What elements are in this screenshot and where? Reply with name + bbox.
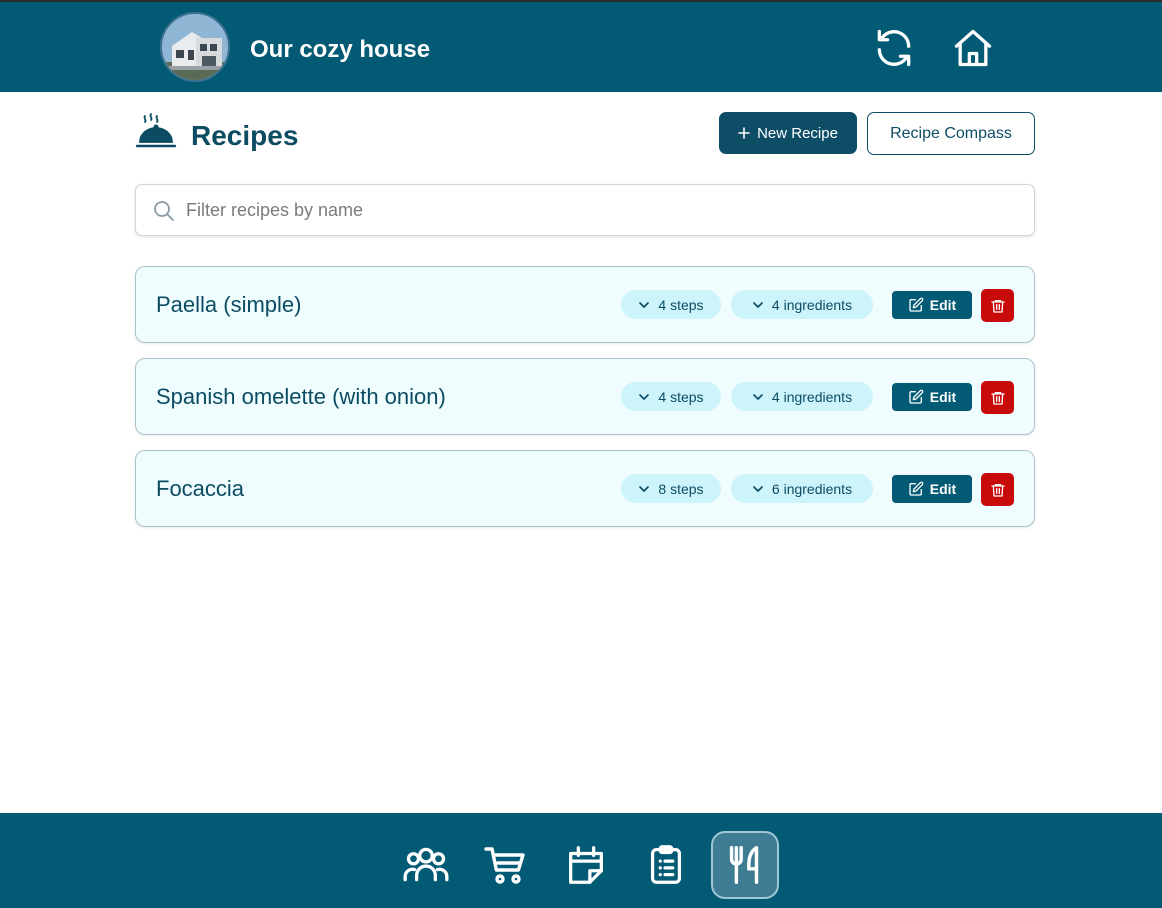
edit-recipe-button[interactable]: Edit [892, 291, 972, 319]
edit-icon [909, 481, 924, 496]
nav-shopping[interactable] [472, 831, 540, 899]
ingredients-toggle[interactable]: 4 ingredients [731, 290, 873, 319]
search-input[interactable] [186, 185, 1026, 235]
trash-icon [990, 299, 1005, 313]
plus-icon [738, 127, 750, 139]
steps-toggle[interactable]: 4 steps [621, 290, 721, 319]
nav-members[interactable] [392, 831, 460, 899]
edit-recipe-button[interactable]: Edit [892, 383, 972, 411]
search-icon [154, 201, 174, 221]
top-bar: Our cozy house [0, 0, 1162, 92]
steps-count: 4 steps [658, 296, 704, 313]
shopping-cart-icon [484, 847, 525, 884]
clipboard-list-icon [650, 845, 682, 884]
edit-recipe-button[interactable]: Edit [892, 475, 972, 503]
recipe-card: Focaccia 8 steps 6 ingredients Edit [135, 450, 1035, 527]
recipes-heading-row: Recipes New Recipe Recipe Compass [135, 110, 1035, 160]
trash-icon [990, 391, 1005, 405]
page-title: Recipes [191, 120, 299, 151]
trash-icon [990, 483, 1005, 497]
chevron-down-icon [639, 393, 650, 400]
delete-recipe-button[interactable] [981, 289, 1014, 322]
sync-button[interactable] [870, 24, 918, 72]
cloche-icon [135, 113, 177, 148]
steps-count: 4 steps [658, 388, 704, 405]
house-photo-icon [162, 14, 228, 80]
nav-calendar[interactable] [552, 831, 620, 899]
recipe-name: Paella (simple) [156, 292, 302, 317]
steps-toggle[interactable]: 4 steps [621, 382, 721, 411]
chevron-down-icon [753, 301, 763, 308]
edit-label: Edit [929, 481, 957, 497]
steps-toggle[interactable]: 8 steps [621, 474, 721, 503]
fork-knife-icon [729, 846, 759, 884]
members-icon [403, 847, 449, 882]
ingredients-count: 6 ingredients [771, 480, 853, 497]
recipe-filter [135, 184, 1035, 236]
new-recipe-label: New Recipe [757, 124, 838, 142]
home-icon [954, 29, 992, 67]
nav-recipes[interactable] [711, 831, 779, 899]
chevron-down-icon [753, 393, 763, 400]
house-title: Our cozy house [250, 36, 431, 63]
edit-icon [909, 297, 924, 312]
recipe-name: Spanish omelette (with onion) [156, 384, 446, 409]
chevron-down-icon [753, 485, 763, 492]
edit-icon [909, 389, 924, 404]
recipe-card: Paella (simple) 4 steps 4 ingredients Ed… [135, 266, 1035, 343]
house-avatar[interactable] [160, 12, 230, 82]
ingredients-toggle[interactable]: 6 ingredients [731, 474, 873, 503]
chevron-down-icon [639, 301, 650, 308]
recipe-name: Focaccia [156, 476, 245, 501]
bottom-nav [0, 813, 1162, 908]
steps-count: 8 steps [658, 480, 704, 497]
nav-tasks[interactable] [632, 831, 700, 899]
sync-icon [877, 29, 911, 67]
ingredients-count: 4 ingredients [771, 388, 853, 405]
ingredients-toggle[interactable]: 4 ingredients [731, 382, 873, 411]
edit-label: Edit [929, 297, 957, 313]
delete-recipe-button[interactable] [981, 381, 1014, 414]
recipe-card: Spanish omelette (with onion) 4 steps 4 … [135, 358, 1035, 435]
recipe-compass-button[interactable]: Recipe Compass [867, 112, 1035, 155]
new-recipe-button[interactable]: New Recipe [719, 112, 857, 154]
chevron-down-icon [639, 485, 650, 492]
edit-label: Edit [929, 389, 957, 405]
delete-recipe-button[interactable] [981, 473, 1014, 506]
ingredients-count: 4 ingredients [771, 296, 853, 313]
home-button[interactable] [949, 24, 997, 72]
calendar-icon [569, 846, 603, 884]
